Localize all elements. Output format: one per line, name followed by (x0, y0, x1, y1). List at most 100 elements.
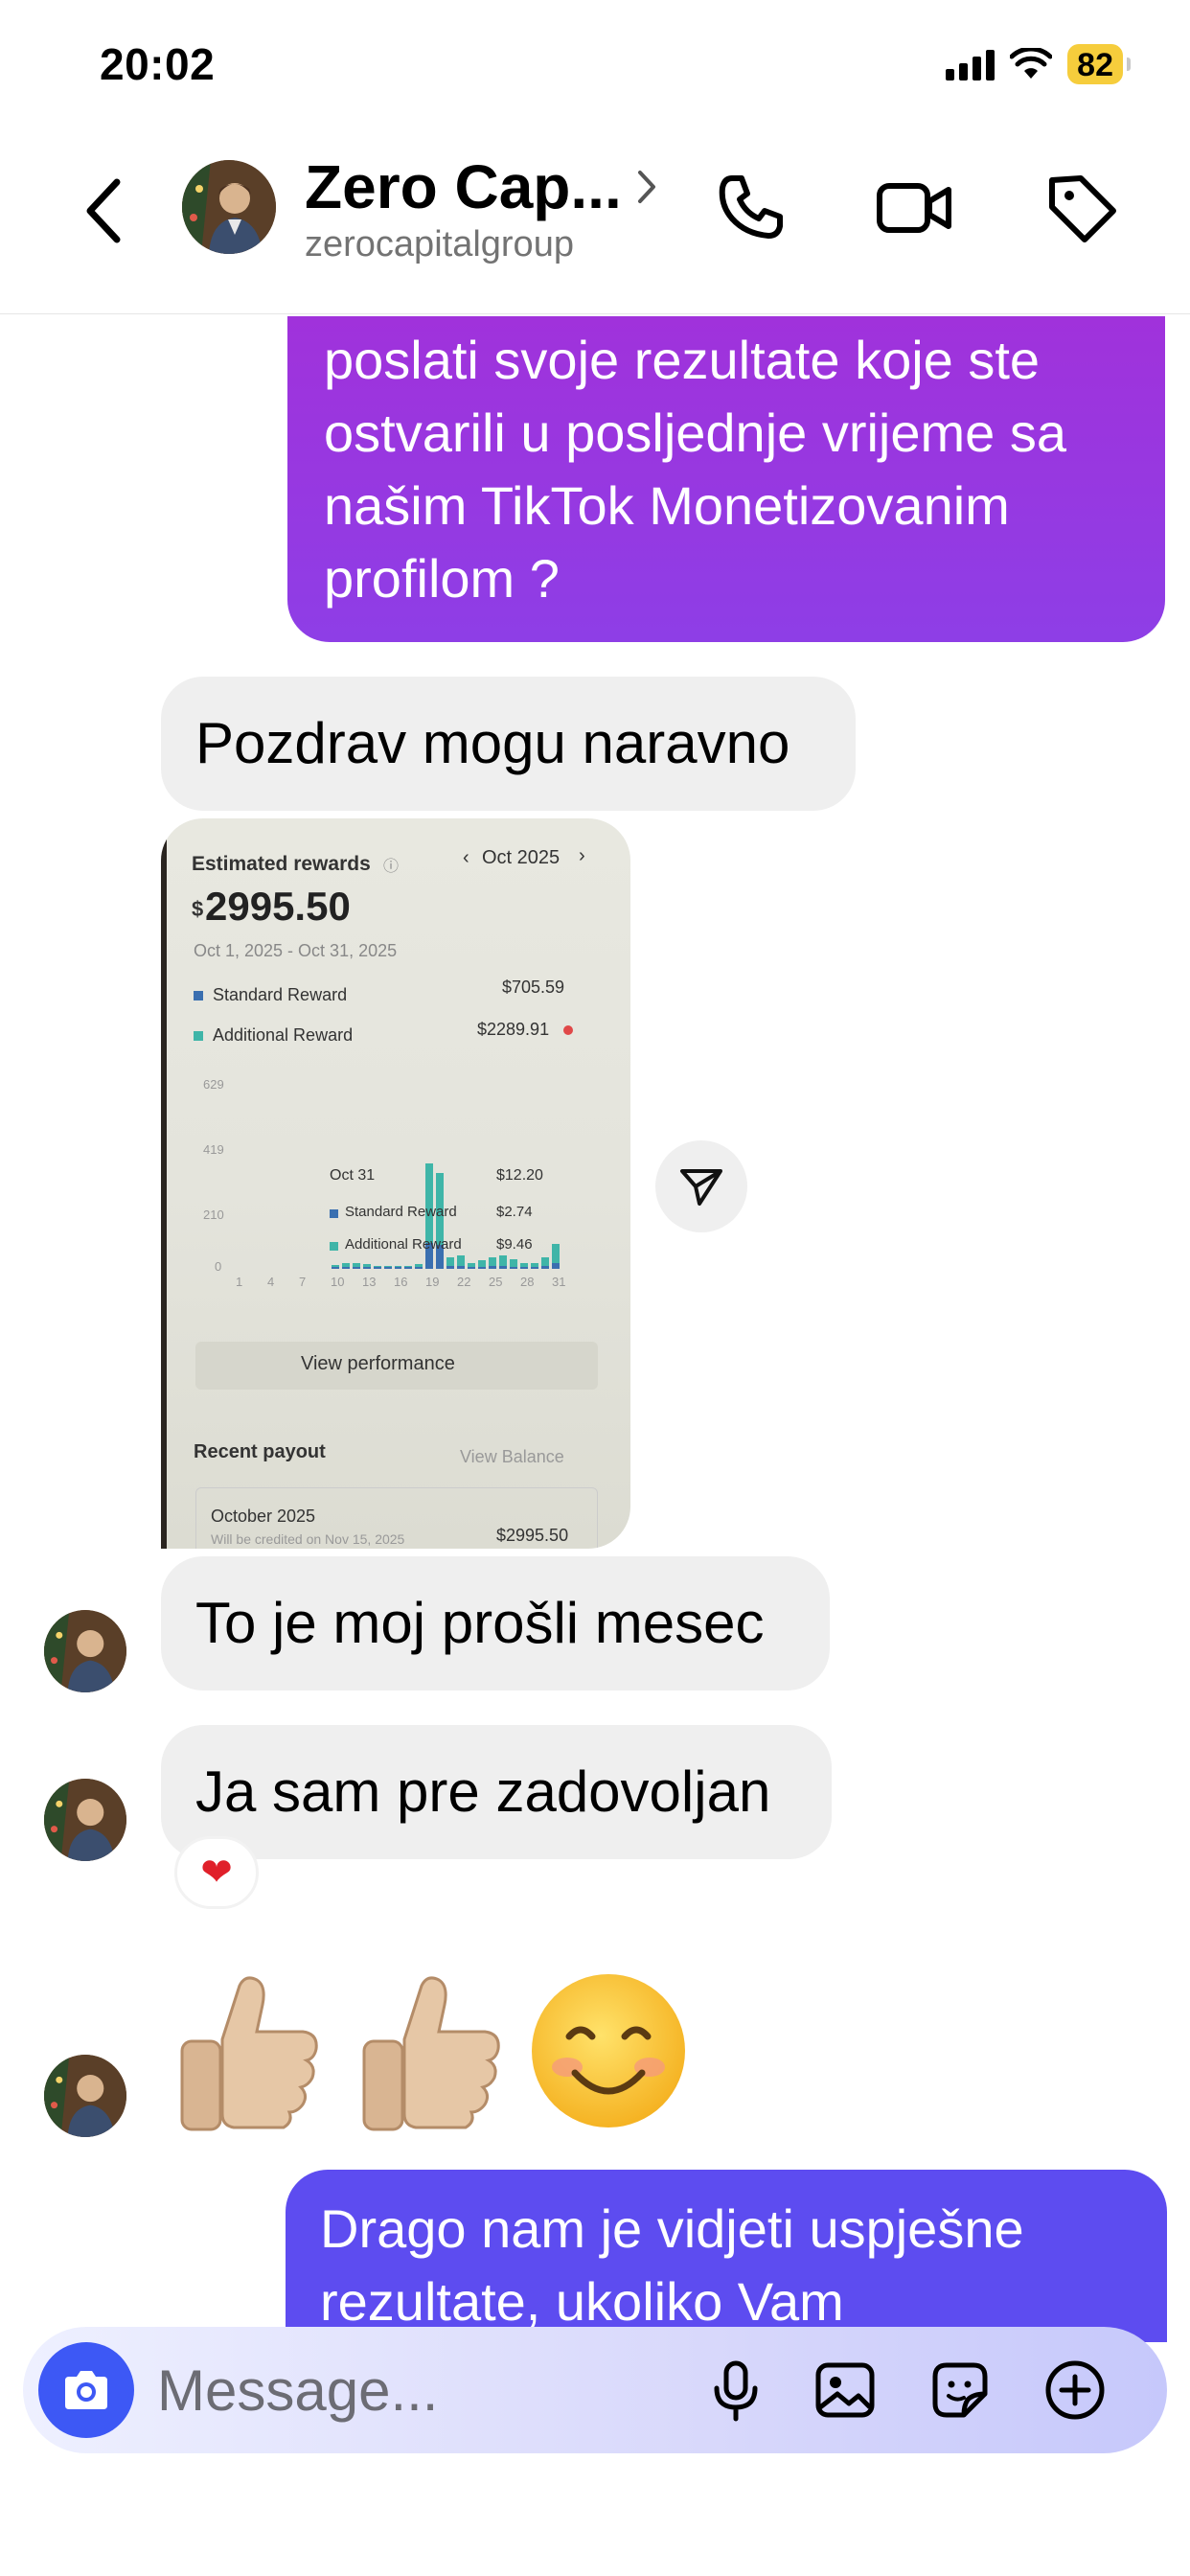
x-tick: 1 (236, 1275, 243, 1289)
chart-bar (541, 1257, 550, 1266)
chart-bar (489, 1266, 497, 1269)
contact-name[interactable]: Zero Cap... (305, 151, 622, 222)
chart-bar (478, 1266, 487, 1269)
rewards-screenshot-image[interactable]: Estimated rewards ⓘ ‹ Oct 2025 › $ 2995.… (161, 818, 630, 1549)
view-balance-link: View Balance (460, 1447, 564, 1466)
incoming-message[interactable]: To je moj prošli mesec (161, 1556, 830, 1690)
emoji-message[interactable] (163, 1965, 690, 2137)
sender-avatar[interactable] (44, 2055, 126, 2137)
chart-bar (373, 1265, 381, 1267)
sender-avatar[interactable] (44, 1610, 126, 1692)
chart-bar (541, 1266, 550, 1269)
x-tick: 19 (425, 1275, 440, 1289)
chart-bar (510, 1266, 518, 1269)
add-icon[interactable] (1041, 2356, 1110, 2425)
y-tick: 629 (203, 1077, 224, 1092)
tooltip-total: $12.20 (496, 1167, 543, 1184)
gallery-icon[interactable] (811, 2356, 880, 2425)
chart-bar (468, 1262, 476, 1267)
x-tick: 31 (552, 1275, 566, 1289)
tooltip-standard-value: $2.74 (496, 1204, 533, 1220)
x-tick: 28 (520, 1275, 535, 1289)
x-tick: 7 (299, 1275, 307, 1289)
x-tick: 4 (267, 1275, 275, 1289)
cellular-signal-icon (946, 48, 995, 80)
camera-icon (65, 2371, 107, 2409)
heart-reaction[interactable]: ❤ (174, 1836, 259, 1909)
chart-bar (531, 1263, 539, 1267)
x-tick: 25 (489, 1275, 503, 1289)
chart-bar (468, 1267, 476, 1269)
payout-month: October 2025 (211, 1506, 316, 1526)
y-tick: 419 (203, 1142, 224, 1157)
shot-total: 2995.50 (205, 884, 351, 929)
chart-bar (331, 1264, 339, 1267)
status-indicators: 82 (946, 44, 1131, 84)
chevron-right-icon[interactable] (632, 163, 661, 211)
camera-button[interactable] (38, 2342, 134, 2438)
chart-bar (415, 1264, 423, 1267)
sender-avatar[interactable] (44, 1779, 126, 1861)
chart-bar (520, 1262, 529, 1267)
standard-legend-swatch (194, 991, 203, 1000)
sticker-icon[interactable] (926, 2356, 995, 2425)
thumbs-up-icon (180, 1976, 318, 2131)
info-icon: ⓘ (383, 859, 400, 875)
chart-bar (404, 1266, 413, 1267)
chart-bar (457, 1255, 466, 1266)
back-chevron-icon[interactable] (77, 172, 134, 249)
microphone-icon[interactable] (701, 2356, 770, 2425)
chart-bar (331, 1267, 339, 1269)
view-performance-label: View performance (301, 1353, 455, 1374)
additional-value: $2289.91 (477, 1020, 550, 1039)
chat-header: Zero Cap... zerocapitalgroup (0, 134, 1190, 314)
wifi-icon (1010, 48, 1053, 79)
x-tick: 22 (457, 1275, 471, 1289)
tooltip-standard-label: Standard Reward (345, 1204, 457, 1220)
tooltip-additional-value: $9.46 (496, 1236, 533, 1253)
additional-label: Additional Reward (213, 1025, 354, 1045)
next-month-chevron-icon: › (579, 845, 585, 866)
chart-bar (341, 1267, 350, 1269)
video-call-icon[interactable] (874, 167, 954, 247)
thumbs-up-icon (362, 1976, 500, 2131)
payout-note: Will be credited on Nov 15, 2025 (211, 1531, 405, 1547)
y-tick: 0 (215, 1259, 222, 1274)
chart-bar (531, 1267, 539, 1269)
chart-bar (394, 1267, 402, 1269)
message-input[interactable] (157, 2354, 655, 2426)
chart-bar (478, 1260, 487, 1267)
chart-bar (552, 1262, 560, 1269)
status-time: 20:02 (100, 39, 216, 89)
incoming-message[interactable]: Pozdrav mogu naravno (161, 677, 856, 811)
shot-title: Estimated rewards (192, 853, 371, 875)
standard-label: Standard Reward (213, 985, 348, 1004)
contact-username: zerocapitalgroup (305, 224, 574, 264)
chart-bar (383, 1267, 392, 1269)
contact-avatar[interactable] (182, 160, 276, 254)
smiling-face-icon (532, 1974, 685, 2128)
chart-bar (446, 1266, 455, 1269)
chart-bar (489, 1257, 497, 1266)
payout-amount: $2995.50 (496, 1526, 569, 1545)
chart-bar (520, 1267, 529, 1269)
x-tick: 10 (331, 1275, 345, 1289)
chart-bar (552, 1244, 560, 1263)
message-composer (23, 2327, 1167, 2453)
standard-value: $705.59 (502, 978, 565, 997)
chart-bar (341, 1262, 350, 1267)
chart-bar (352, 1263, 360, 1267)
prev-month-chevron-icon: ‹ (463, 847, 469, 868)
chart-bar (499, 1265, 508, 1269)
outgoing-message[interactable]: poslati svoje rezultate koje ste ostvari… (287, 316, 1165, 642)
phone-icon[interactable] (711, 167, 791, 247)
outgoing-message[interactable]: Drago nam je vidjeti uspješne rezultate,… (286, 2170, 1167, 2342)
alert-dot (563, 1025, 573, 1035)
chart-bar (415, 1267, 423, 1269)
additional-legend-swatch (194, 1031, 203, 1041)
share-button[interactable] (655, 1140, 747, 1232)
tag-icon[interactable] (1041, 167, 1121, 247)
chart-bar (352, 1267, 360, 1269)
chart-bar (457, 1265, 466, 1269)
incoming-message[interactable]: Ja sam pre zadovoljan (161, 1725, 832, 1859)
